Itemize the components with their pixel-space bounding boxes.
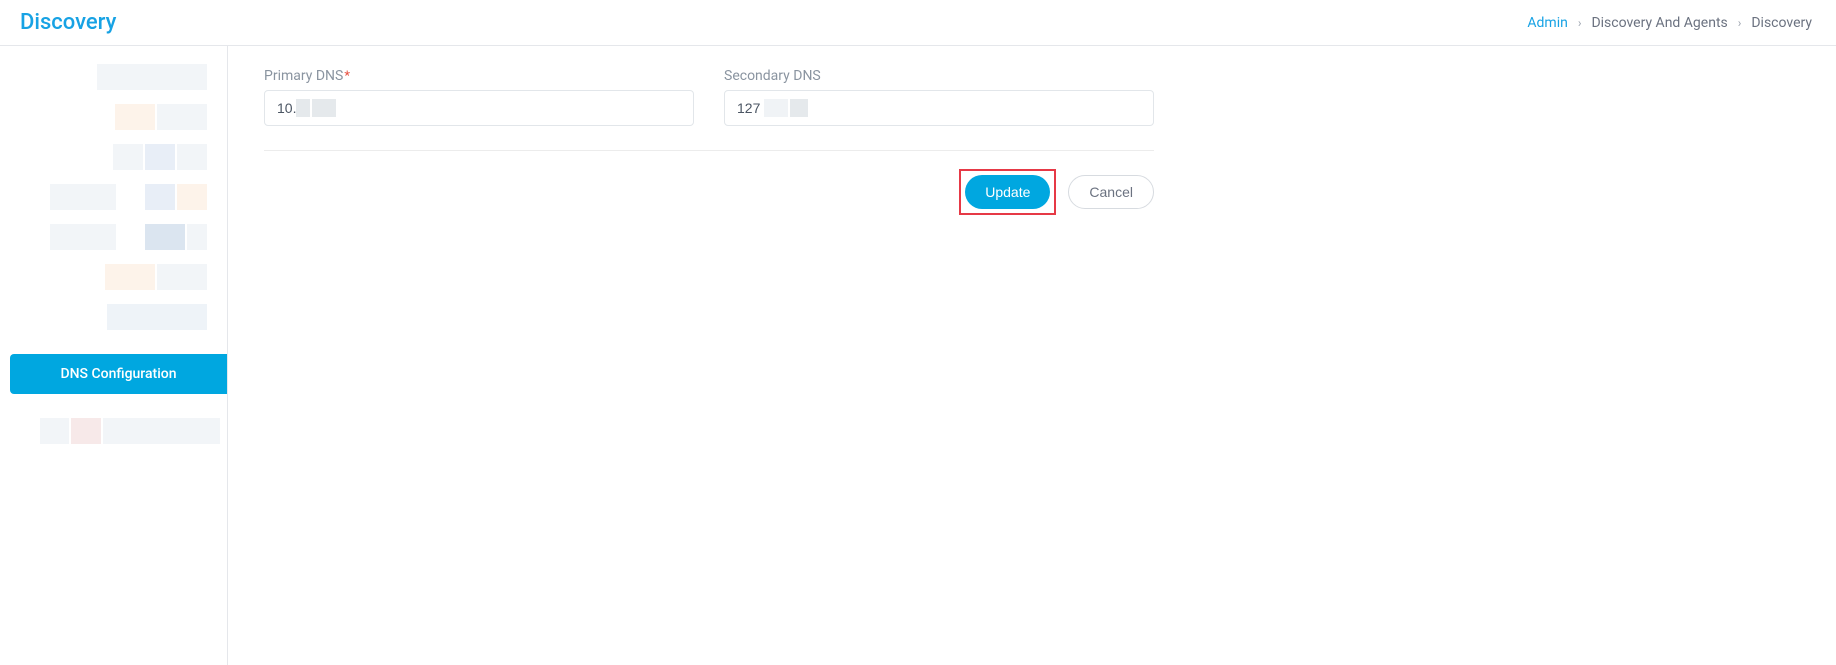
main-layout: DNS Configuration Primary DNS* <box>0 46 1836 665</box>
form-group-primary-dns: Primary DNS* <box>264 68 694 126</box>
chevron-right-icon: › <box>1738 16 1742 30</box>
content-area: Primary DNS* Secondary DNS U <box>228 46 1836 665</box>
required-indicator: * <box>344 69 350 84</box>
redacted-mask <box>312 99 336 117</box>
breadcrumb-level2: Discovery <box>1751 15 1812 31</box>
chevron-right-icon: › <box>1578 16 1582 30</box>
sidebar-placeholder <box>0 184 227 210</box>
redacted-mask <box>790 99 808 117</box>
sidebar-item-dns-configuration[interactable]: DNS Configuration <box>10 354 227 394</box>
input-wrap <box>724 90 1154 126</box>
breadcrumb-admin[interactable]: Admin <box>1527 15 1567 31</box>
update-button[interactable]: Update <box>965 175 1050 209</box>
cancel-button[interactable]: Cancel <box>1068 175 1154 209</box>
divider <box>264 150 1154 151</box>
input-wrap <box>264 90 694 126</box>
label-text: Primary DNS <box>264 68 343 84</box>
sidebar-placeholder <box>0 224 227 250</box>
button-row: Update Cancel <box>264 169 1154 215</box>
redacted-mask <box>764 99 788 117</box>
sidebar-placeholder <box>0 264 227 290</box>
sidebar-placeholder <box>0 304 227 330</box>
page-header: Discovery Admin › Discovery And Agents ›… <box>0 0 1836 46</box>
breadcrumb: Admin › Discovery And Agents › Discovery <box>1527 15 1812 31</box>
sidebar-placeholder <box>0 144 227 170</box>
secondary-dns-input[interactable] <box>724 90 1154 126</box>
sidebar: DNS Configuration <box>0 46 228 665</box>
secondary-dns-label: Secondary DNS <box>724 68 1154 84</box>
update-highlight-box: Update <box>959 169 1056 215</box>
form-row: Primary DNS* Secondary DNS <box>264 68 1800 126</box>
primary-dns-label: Primary DNS* <box>264 68 694 84</box>
redacted-mask <box>296 99 310 117</box>
sidebar-placeholder <box>0 418 227 444</box>
sidebar-placeholder <box>0 64 227 90</box>
page-title: Discovery <box>20 10 116 35</box>
form-group-secondary-dns: Secondary DNS <box>724 68 1154 126</box>
sidebar-placeholder <box>0 104 227 130</box>
breadcrumb-level1[interactable]: Discovery And Agents <box>1591 15 1727 31</box>
